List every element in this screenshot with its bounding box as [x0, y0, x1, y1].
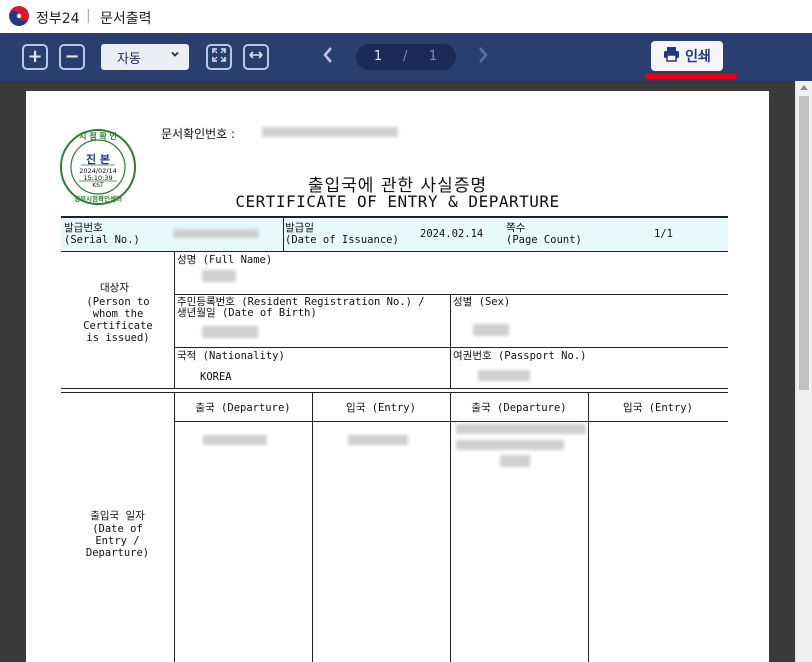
redacted-entry-1	[348, 435, 408, 445]
print-button[interactable]: 인쇄	[651, 41, 723, 71]
issue-date: 2024.02.14	[420, 228, 484, 240]
col-departure-2: 출국 (Departure)	[471, 402, 567, 414]
col-entry-1: 입국 (Entry)	[346, 402, 416, 414]
col-divider-1	[312, 392, 313, 662]
fit-page-button[interactable]	[206, 44, 232, 70]
page-separator: /	[403, 49, 408, 64]
document-title-english: CERTIFICATE OF ENTRY & DEPARTURE	[235, 192, 560, 211]
print-highlight-underline	[645, 74, 737, 79]
redacted-departure-2b	[456, 440, 564, 450]
dates-label-divider	[174, 392, 175, 662]
redacted-departure-2a	[456, 424, 586, 434]
sex-label: 성별 (Sex)	[453, 296, 511, 308]
document-page: 시 점 확 인 진 본 2024/02/14 15:10:39 KST 정부시점…	[26, 91, 769, 662]
minus-icon: −	[64, 46, 80, 67]
title-bar: 정부24 | 문서출력	[0, 0, 812, 33]
col-divider-2	[450, 392, 451, 662]
redacted-rrn	[202, 326, 258, 338]
fit-width-button[interactable]	[243, 44, 269, 70]
scrollbar-thumb[interactable]	[799, 96, 809, 390]
scroll-up-icon[interactable]	[800, 85, 808, 90]
chevron-down-icon	[170, 49, 180, 62]
rrn-row-bottom	[174, 347, 728, 348]
plus-icon: +	[27, 46, 43, 67]
page-count-value: 1/1	[654, 228, 673, 240]
dates-label-kr: 출입국 일자	[90, 510, 145, 522]
total-pages: 1	[428, 49, 438, 64]
seal-top-text: 시 점 확 인	[79, 132, 117, 141]
zoom-in-button[interactable]: +	[22, 44, 48, 70]
redacted-confirmation-number	[262, 127, 398, 137]
current-page-input[interactable]: 1	[373, 49, 383, 64]
subject-divider	[174, 251, 175, 388]
previous-page-button[interactable]	[318, 45, 338, 69]
redacted-departure-1	[203, 435, 267, 445]
name-row-bottom	[174, 294, 728, 295]
viewer-toolbar: + − 자동 1 / 1 인쇄	[0, 33, 812, 81]
zoom-out-button[interactable]: −	[59, 44, 85, 70]
document-confirmation-label: 문서확인번호 :	[161, 127, 236, 141]
subject-label-kr: 대상자	[100, 282, 129, 294]
page-indicator: 1 / 1	[356, 44, 456, 70]
zoom-select[interactable]: 자동	[101, 44, 189, 70]
section-double-line-top	[61, 388, 728, 389]
dates-label-en: (Date of Entry / Departure)	[85, 523, 150, 559]
redacted-passport	[478, 370, 530, 381]
serial-band-bottom	[61, 251, 728, 252]
page-count-label-en: (Page Count)	[506, 234, 582, 246]
fit-page-icon	[211, 47, 227, 67]
issue-label-en: (Date of Issuance)	[285, 234, 399, 246]
seal-center-text: 진 본	[85, 153, 111, 166]
serial-label-kr: 발급번호	[64, 222, 103, 234]
chevron-right-icon	[477, 46, 489, 68]
printer-icon	[663, 46, 680, 66]
page-count-label-kr: 쪽수	[506, 222, 526, 234]
table-top-border	[61, 216, 728, 218]
sex-passport-divider	[450, 294, 451, 388]
col-divider-3	[588, 392, 589, 662]
redacted-sex	[473, 324, 509, 336]
passport-label: 여권번호 (Passport No.)	[453, 350, 587, 362]
vertical-scrollbar[interactable]	[795, 81, 812, 662]
redacted-departure-2c	[500, 455, 530, 467]
serial-divider	[283, 218, 284, 251]
rrn-label-line2: 생년월일 (Date of Birth)	[177, 307, 317, 319]
name-label: 성명 (Full Name)	[177, 254, 273, 266]
subject-label-en: (Person to whom the Certificate is issue…	[83, 296, 153, 344]
col-header-bottom	[174, 421, 728, 422]
redacted-serial-number	[173, 229, 259, 238]
next-page-button[interactable]	[473, 45, 493, 69]
col-departure-1: 출국 (Departure)	[195, 402, 291, 414]
zoom-value: 자동	[117, 51, 141, 67]
nationality-value: KOREA	[200, 371, 232, 383]
serial-label-en: (Serial No.)	[64, 234, 140, 246]
issue-label-kr: 발급일	[285, 222, 314, 234]
document-viewer[interactable]: 시 점 확 인 진 본 2024/02/14 15:10:39 KST 정부시점…	[0, 81, 812, 662]
app-name: 정부24	[36, 11, 80, 27]
section-double-line-bottom	[61, 392, 728, 393]
col-entry-2: 입국 (Entry)	[623, 402, 693, 414]
nationality-label: 국적 (Nationality)	[177, 350, 285, 362]
fit-width-icon	[248, 47, 264, 67]
window-title: 문서출력	[100, 11, 152, 27]
redacted-name	[202, 270, 236, 282]
print-label: 인쇄	[685, 49, 711, 65]
government-logo-icon	[9, 6, 29, 26]
chevron-left-icon	[322, 46, 334, 68]
title-separator: |	[86, 8, 91, 24]
